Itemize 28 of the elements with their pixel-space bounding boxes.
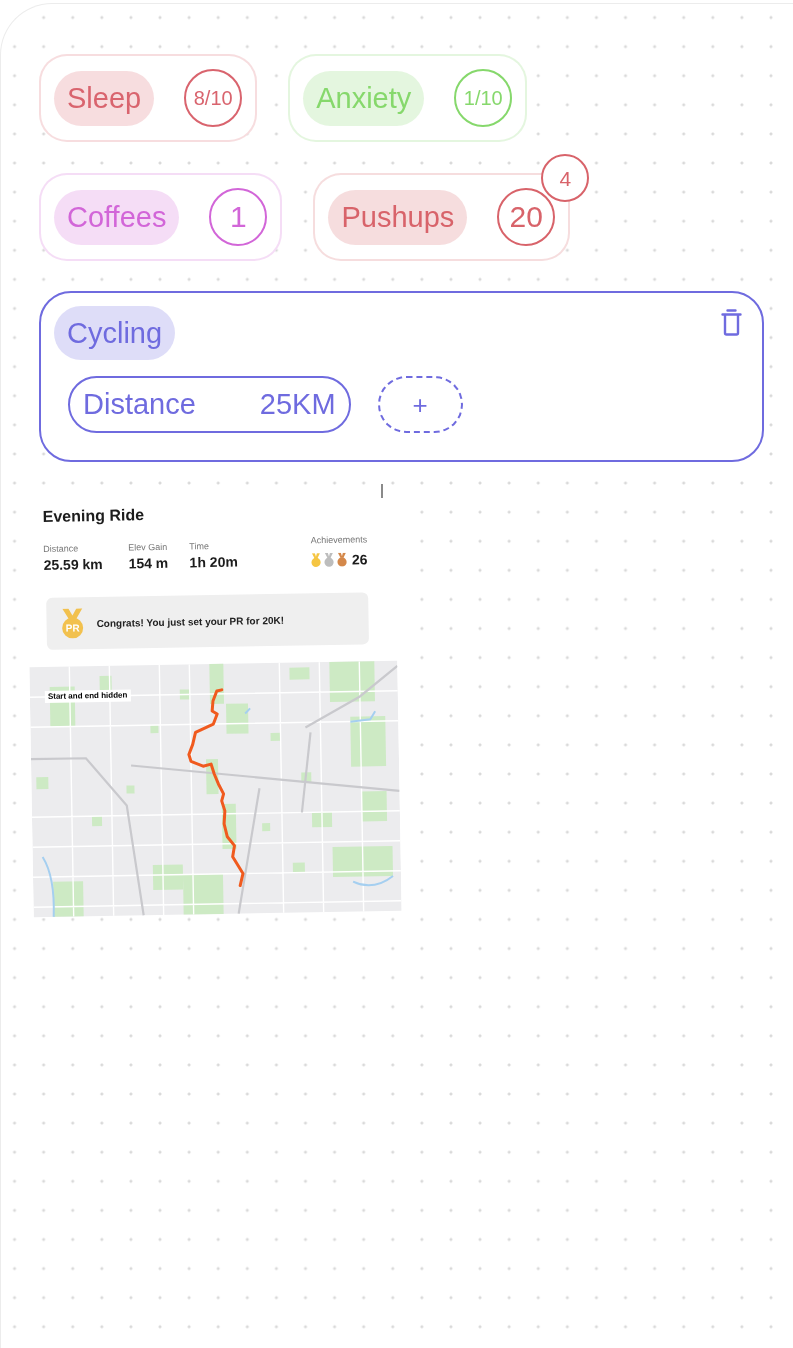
tracker-label: Pushups bbox=[328, 189, 468, 245]
activity-title: Evening Ride bbox=[42, 505, 146, 527]
tracker-card[interactable]: Coffees 1 bbox=[39, 173, 283, 261]
tracker-value: 1 bbox=[209, 188, 268, 246]
metric-value: 25KM bbox=[259, 390, 336, 419]
stat-value: 154 m bbox=[128, 553, 170, 573]
pr-message: Congrats! You just set your PR for 20K! bbox=[96, 613, 285, 631]
tracker-card[interactable]: Sleep 8/10 bbox=[39, 54, 258, 142]
achievements-count: 26 bbox=[351, 552, 368, 567]
text-caret bbox=[381, 484, 383, 498]
tracker-value: 8/10 bbox=[184, 69, 243, 127]
stat-value: 25.59 km bbox=[43, 554, 104, 574]
tracker-label: Coffees bbox=[54, 189, 180, 245]
achievements-label: Achievements bbox=[310, 533, 368, 548]
map-overlay-label: Start and end hidden bbox=[44, 689, 131, 703]
stat-label: Distance bbox=[43, 542, 80, 556]
add-metric-button[interactable]: + bbox=[377, 376, 463, 433]
stat-label: Elev Gain bbox=[128, 540, 169, 555]
exercise-label: Cycling bbox=[54, 306, 176, 360]
metric-label: Distance bbox=[83, 390, 196, 419]
count-badge: 4 bbox=[541, 154, 590, 202]
tracker-label: Anxiety bbox=[303, 70, 425, 126]
stat-label: Time bbox=[189, 540, 210, 554]
stat-value: 1h 20m bbox=[189, 552, 239, 572]
tracker-value: 1/10 bbox=[454, 69, 513, 127]
tracker-label: Sleep bbox=[54, 70, 155, 126]
metric-pill[interactable]: Distance 25KM bbox=[68, 376, 351, 433]
trash-icon[interactable] bbox=[721, 309, 742, 336]
